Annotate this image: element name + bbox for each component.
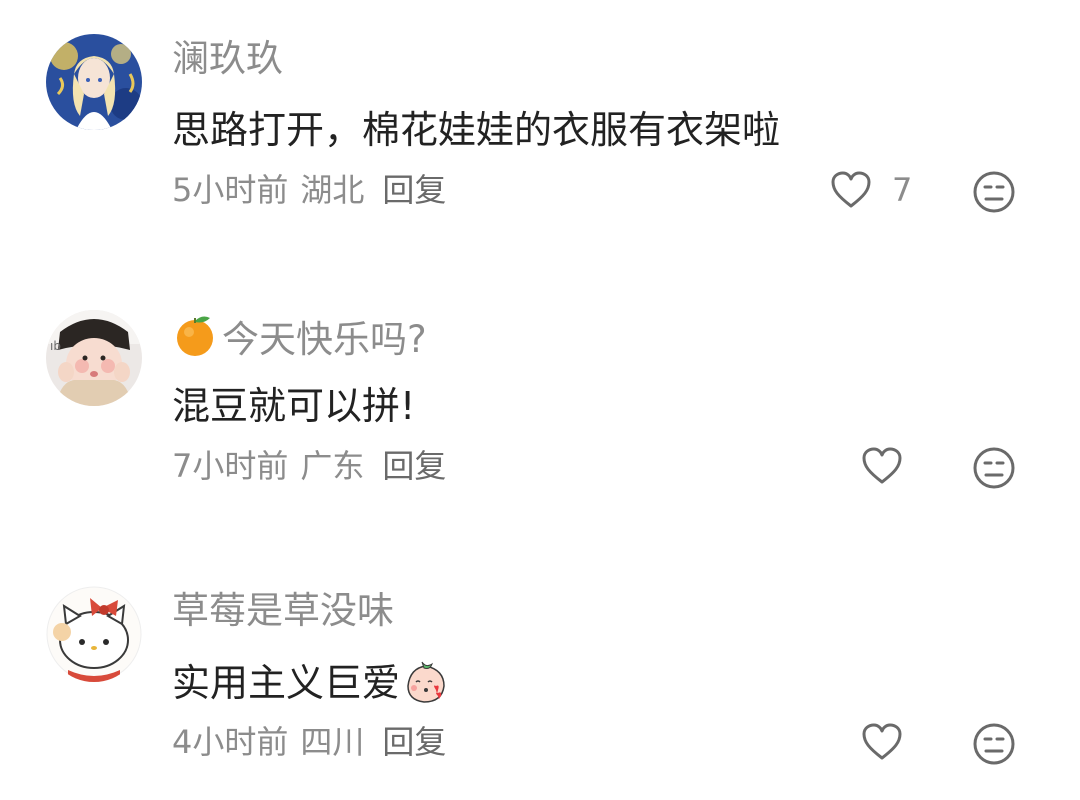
like-button[interactable]: 7 <box>830 170 912 210</box>
comment-meta: 5小时前 湖北 回复 <box>172 170 458 210</box>
like-button[interactable] <box>861 722 903 762</box>
dislike-button[interactable] <box>972 722 1016 766</box>
username-row[interactable]: 今天快乐吗? <box>172 312 427 369</box>
username[interactable]: 草莓是草没味 <box>172 588 394 634</box>
meh-face-icon <box>973 171 1015 213</box>
comment-text: 实用主义巨爱 <box>172 658 450 717</box>
user-avatar[interactable]: ıb <box>46 310 142 406</box>
username: 今天快乐吗? <box>222 318 427 361</box>
meh-face-icon <box>973 723 1015 765</box>
comment-time: 7小时前 <box>172 447 289 485</box>
reply-button[interactable]: 回复 <box>382 447 446 485</box>
svg-text:ıb: ıb <box>50 339 61 353</box>
user-avatar[interactable] <box>46 34 142 130</box>
heart-outline-icon <box>831 171 871 208</box>
comment-time: 5小时前 <box>172 171 289 209</box>
reply-button[interactable]: 回复 <box>382 171 446 209</box>
comment-item: 草莓是草没味 实用主义巨爱 4小时前 四川 回复 <box>0 552 1080 792</box>
comment-item: 澜玖玖 思路打开，棉花娃娃的衣服有衣架啦 5小时前 湖北 回复 7 <box>0 0 1080 240</box>
tangerine-emoji-icon <box>172 312 218 369</box>
like-count: 7 <box>892 171 913 209</box>
like-button[interactable] <box>861 446 903 486</box>
dislike-button[interactable] <box>972 170 1016 214</box>
comment-time: 4小时前 <box>172 723 289 761</box>
user-avatar[interactable] <box>46 586 142 682</box>
peach-kiss-sticker-icon <box>402 658 450 717</box>
comment-location: 广东 <box>300 447 365 485</box>
dislike-button[interactable] <box>972 446 1016 490</box>
comment-meta: 7小时前 广东 回复 <box>172 446 458 486</box>
comment-text: 思路打开，棉花娃娃的衣服有衣架啦 <box>172 108 781 152</box>
comment-item: ıb 今天快乐吗? 混豆就可以拼! 7小时前 广东 回复 <box>0 276 1080 516</box>
username[interactable]: 澜玖玖 <box>172 36 283 82</box>
comment-text: 混豆就可以拼! <box>172 384 416 428</box>
meh-face-icon <box>973 447 1015 489</box>
heart-outline-icon <box>862 447 902 484</box>
comment-text-body: 实用主义巨爱 <box>172 661 401 705</box>
comment-location: 湖北 <box>300 171 365 209</box>
reply-button[interactable]: 回复 <box>382 723 446 761</box>
comment-location: 四川 <box>300 723 365 761</box>
heart-outline-icon <box>862 723 902 760</box>
comment-meta: 4小时前 四川 回复 <box>172 722 458 762</box>
